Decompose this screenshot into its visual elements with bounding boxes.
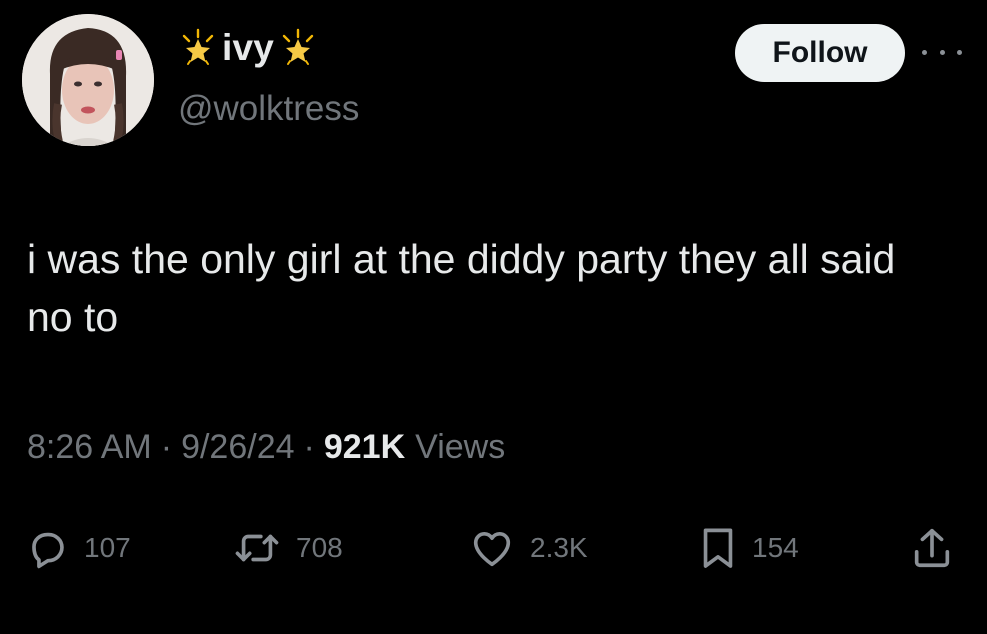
- repost-count: 708: [296, 532, 343, 563]
- follow-button[interactable]: Follow: [735, 24, 905, 82]
- bookmark-count: 154: [752, 532, 799, 563]
- meta-separator: ·: [303, 428, 315, 466]
- reply-button[interactable]: 107: [24, 520, 131, 576]
- reply-count: 107: [84, 532, 131, 563]
- bookmark-button[interactable]: 154: [698, 520, 799, 576]
- tweet-card: ivy @wolktress Follow i was the only gir…: [0, 0, 987, 634]
- sparkle-icon: [182, 28, 214, 65]
- avatar[interactable]: [22, 14, 154, 146]
- more-dot: [957, 49, 962, 55]
- repost-button[interactable]: 708: [232, 520, 343, 576]
- author-display-name: ivy: [222, 27, 275, 68]
- action-bar: 107 708 2.3K 154: [0, 520, 987, 576]
- tweet-meta: 8:26 AM · 9/26/24 · 921K Views: [27, 428, 505, 467]
- meta-separator: ·: [160, 428, 173, 466]
- tweet-text: i was the only girl at the diddy party t…: [27, 236, 896, 340]
- more-dot: [939, 49, 945, 55]
- tweet-time[interactable]: 8:26 AM: [27, 428, 152, 467]
- author-name-row[interactable]: ivy: [178, 24, 318, 72]
- more-options-icon[interactable]: [922, 40, 962, 64]
- like-count: 2.3K: [530, 532, 588, 563]
- more-dot: [922, 49, 927, 55]
- reply-icon: [32, 532, 64, 569]
- repost-icon: [235, 534, 279, 562]
- share-button[interactable]: [910, 520, 954, 576]
- sparkle-icon: [282, 28, 314, 65]
- tweet-date[interactable]: 9/26/24: [181, 428, 294, 467]
- views-count: 921K: [323, 428, 406, 466]
- views-label: Views: [415, 428, 506, 466]
- share-icon: [914, 528, 950, 568]
- like-button[interactable]: 2.3K: [468, 520, 588, 576]
- bookmark-icon: [703, 528, 733, 568]
- heart-icon: [473, 531, 511, 567]
- author-handle[interactable]: @wolktress: [178, 89, 359, 129]
- avatar-image: [22, 14, 154, 146]
